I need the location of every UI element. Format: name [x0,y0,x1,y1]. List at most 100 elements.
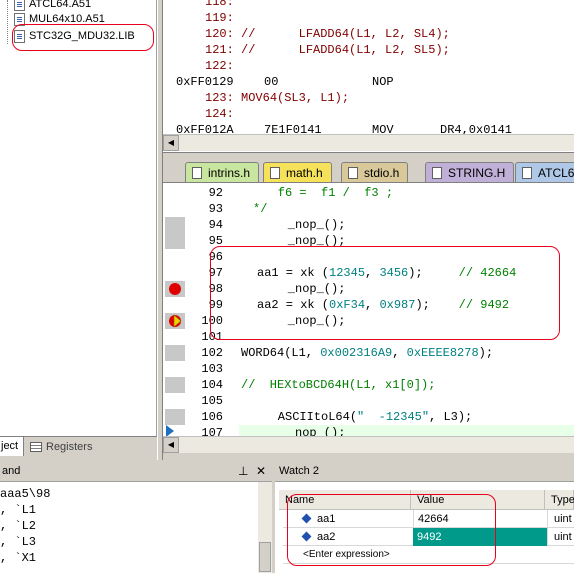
line-number: 105 [201,394,223,408]
code-line: WORD64(L1, 0x002316A9, 0xEEEE8278); [241,346,494,360]
line-number: 100 [201,314,223,328]
line-number: 102 [201,346,223,360]
disasm-line: 122: [205,59,234,73]
code-editor[interactable]: 92 f6 = f1 / f3 ; 93 */ 94 _nop_(); 95 _… [163,182,574,436]
disasm-line: 120: // LFADD64(L1, L2, SL4); [205,27,450,41]
watch-type: uint [547,528,572,546]
line-number: 98 [208,282,223,296]
command-vscrollbar[interactable] [258,482,272,573]
watch-value[interactable]: 42664 [413,510,547,528]
command-line: aaa5\98 [0,487,51,501]
asm-file-icon [14,12,25,26]
watch-table: Name Value Type aa1 42664 uint aa2 9492 … [275,482,574,573]
file-tab-bar: intrins.h math.h stdio.h STRING.H ATCL6 [163,152,574,183]
file-icon [192,167,202,179]
tree-item-mul64x10[interactable]: MUL64x10.A51 [14,11,105,27]
tab-intrins-h[interactable]: intrins.h [185,162,260,183]
registers-icon [30,442,42,452]
variable-icon [301,513,312,524]
tab-project[interactable]: ject [0,437,24,456]
line-number: 103 [201,362,223,376]
line-number: 106 [201,410,223,424]
line-number: 97 [208,266,223,280]
editor-hscrollbar[interactable]: ◀ [163,436,574,453]
code-coverage-marker [165,345,185,361]
tab-stdio-h[interactable]: stdio.h [341,162,409,183]
tab-math-h[interactable]: math.h [263,162,332,183]
command-window-titlebar: and ⊥ ✕ [0,462,272,482]
line-number: 107 [201,426,223,436]
panel-tabs: ject Registers [0,436,157,456]
code-line: _nop_(); [259,314,346,328]
disassembly-hscrollbar[interactable]: ◀ [163,134,574,151]
code-line: aa2 = xk (0xF34, 0x987); // 9492 [257,298,510,312]
disasm-line: 124: [205,107,234,121]
editor-gutter[interactable] [163,183,185,436]
breakpoint-icon[interactable] [169,283,181,295]
pin-icon[interactable]: ⊥ [238,464,248,478]
code-line: _nop_(); [259,234,346,248]
tree-line [7,0,8,44]
tree-item-label: STC32G_MDU32.LIB [29,30,135,42]
code-coverage-marker [165,233,185,249]
line-number: 104 [201,378,223,392]
watch-row-selected[interactable]: aa2 9492 uint [283,528,574,546]
close-icon[interactable]: ✕ [256,464,266,478]
watch-value[interactable]: 9492 [413,528,547,546]
code-line: ASCIItoL64(" -12345", L3); [249,410,473,424]
watch-window-titlebar: Watch 2 [275,462,574,482]
file-icon [348,167,358,179]
scroll-left-icon[interactable]: ◀ [163,437,179,453]
disassembly-window: 118: 119: 120: // LFADD64(L1, L2, SL4); … [163,0,574,152]
enter-expression-field[interactable]: <Enter expression> [303,546,390,564]
watch-window-title: Watch 2 [279,465,319,477]
file-icon [270,167,280,179]
scroll-left-icon[interactable]: ◀ [163,135,179,151]
code-coverage-marker [165,217,185,233]
code-line: _nop_(); [259,426,346,436]
variable-icon [301,531,312,542]
code-line: // HEXtoBCD64H(L1, x1[0]); [241,378,436,392]
tab-string-h[interactable]: STRING.H [425,162,515,183]
code-line: _nop_(); [259,282,346,296]
watch-name: aa2 [317,531,336,543]
line-number: 101 [201,330,223,344]
command-line: , `L1 [0,503,37,517]
scrollbar-thumb[interactable] [259,542,271,572]
disasm-instruction: 0xFF0129 00 NOP [176,75,394,89]
column-header-value[interactable]: Value [411,490,545,510]
current-line-arrow-icon [168,314,182,328]
line-number: 95 [208,234,223,248]
disasm-line: 119: [205,11,234,25]
asm-file-icon [14,0,25,11]
column-header-type[interactable]: Type [545,490,574,510]
line-number: 93 [208,202,223,216]
column-header-name[interactable]: Name [279,490,411,510]
watch-row-enter-expression[interactable]: <Enter expression> [283,546,574,564]
disasm-line: 121: // LFADD64(L1, L2, SL5); [205,43,450,57]
watch-row[interactable]: aa1 42664 uint [283,510,574,528]
command-line: , `L2 [0,519,37,533]
file-icon [522,167,532,179]
disasm-line: 118: [205,0,234,9]
tree-item-label: MUL64x10.A51 [29,13,105,25]
tab-atcl6[interactable]: ATCL6 [515,162,574,183]
tree-item-stc32g-mdu32-lib[interactable]: STC32G_MDU32.LIB [14,28,135,44]
project-tree: ATCL64.A51 MUL64x10.A51 STC32G_MDU32.LIB [0,0,157,436]
line-number: 94 [208,218,223,232]
code-line: */ [253,202,268,216]
tree-item-label: ATCL64.A51 [29,0,92,10]
tab-registers[interactable]: Registers [30,439,92,455]
command-line: , `X1 [0,551,37,565]
code-coverage-marker [165,377,185,393]
watch-type: uint [547,510,572,528]
code-coverage-marker [165,409,185,425]
code-line: f6 = f1 / f3 ; [249,186,394,200]
line-number: 92 [208,186,223,200]
line-number: 96 [208,250,223,264]
code-line: _nop_(); [259,218,346,232]
line-number: 99 [208,298,223,312]
code-line: aa1 = xk (12345, 3456); // 42664 [257,266,517,280]
command-window-title: and [2,465,21,477]
command-line: , `L3 [0,535,37,549]
